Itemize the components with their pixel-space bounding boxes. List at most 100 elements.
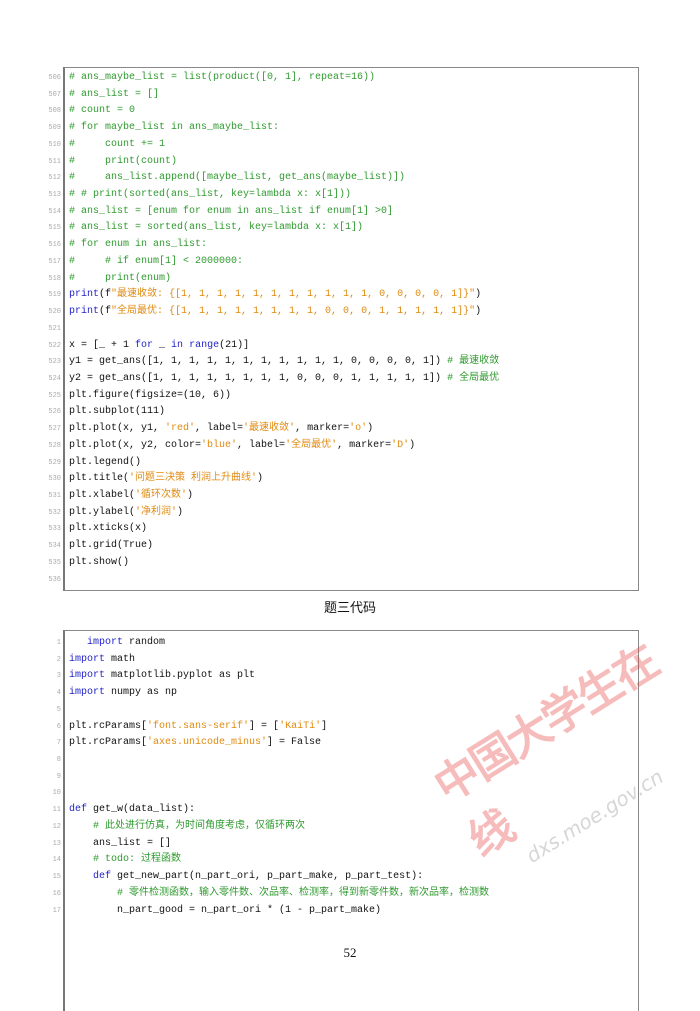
code-token: plt.rcParams[: [69, 720, 148, 732]
line-number: 512: [48, 174, 61, 183]
code-token: random: [123, 637, 166, 648]
code-line: 512 # ans_list.append([maybe_list, get_an…: [48, 170, 638, 187]
code-token: n_part_good = n_part_ori * (1 - p_part_m…: [69, 904, 382, 916]
code-string: 'font.sans-serif': [147, 720, 250, 732]
line-number: 7: [56, 739, 61, 748]
line-number: 532: [48, 508, 61, 517]
code-token: plt.rcParams[: [69, 737, 148, 749]
line-number: 522: [48, 341, 61, 350]
code-text: import matplotlib.pyplot as plt: [69, 668, 255, 685]
code-keyword: def: [93, 871, 112, 883]
line-number: 513: [48, 191, 61, 200]
code-comment: # ans_list = sorted(ans_list, key=lambda…: [69, 222, 364, 234]
code-line: 3 import matplotlib.pyplot as plt: [57, 668, 638, 685]
code-comment: # for maybe_list in ans_maybe_list:: [69, 122, 280, 134]
code-token: ): [367, 423, 374, 435]
line-number: 507: [48, 90, 61, 99]
code-string: "最速收敛: {[1, 1, 1, 1, 1, 1, 1, 1, 1, 1, 1…: [111, 289, 476, 301]
code-text: def get_new_part(n_part_ori, p_part_make…: [69, 869, 423, 886]
line-number: 534: [48, 542, 61, 551]
code-text: # # if enum[1] < 2000000:: [69, 254, 243, 271]
code-token: math: [105, 653, 136, 665]
code-token: , marker=: [337, 439, 392, 451]
code-text: def get_w(data_list):: [69, 802, 195, 819]
code-token: ]: [321, 720, 328, 732]
code-line: 532 plt.ylabel('净利润'): [48, 505, 638, 522]
line-number: 6: [56, 722, 61, 731]
code-string: '循环次数': [135, 489, 188, 501]
code-line: 536: [48, 572, 638, 589]
code-string: 'blue': [201, 439, 238, 451]
line-number: 9: [56, 772, 61, 781]
code-string: 'red': [165, 423, 196, 435]
code-line: 511 # print(count): [48, 154, 638, 171]
code-text: # print(enum): [69, 271, 171, 288]
code-text: # 零件检测函数，输入零件数、次品率、检测率，得到新零件数，新次品率，检测数: [69, 886, 489, 903]
line-number: 519: [48, 291, 61, 300]
line-number: 509: [48, 124, 61, 133]
line-number: 510: [48, 140, 61, 149]
code-token: numpy as np: [105, 687, 178, 699]
code-token: ans_list = []: [69, 837, 172, 849]
code-token: (f: [99, 289, 112, 301]
line-number: 16: [52, 889, 61, 898]
code-comment: # todo: 过程函数: [93, 854, 182, 866]
line-number: 524: [48, 374, 61, 383]
code-text: # ans_list = []: [69, 87, 159, 104]
code-token: ] = [: [249, 720, 280, 732]
code-keyword: print: [69, 306, 100, 318]
line-number: 525: [48, 391, 61, 400]
code-token: get_new_part(n_part_ori, p_part_make, p_…: [111, 871, 424, 883]
code-comment: # ans_list.append([maybe_list, get_ans(m…: [69, 172, 406, 184]
code-line: 12 # 此处进行仿真，为时间角度考虑，仅循环两次: [53, 819, 638, 836]
code-text: # todo: 过程函数: [69, 852, 181, 869]
code-text: plt.xlabel('循环次数'): [69, 488, 193, 505]
code-keyword: print: [69, 289, 100, 301]
line-number: 528: [48, 441, 61, 450]
code-text: plt.figure(figsize=(10, 6)): [69, 388, 231, 405]
code-line: 533 plt.xticks(x): [48, 521, 638, 538]
code-comment: # ans_list = [enum for enum in ans_list …: [69, 205, 394, 217]
code-text: # 此处进行仿真，为时间角度考虑，仅循环两次: [69, 819, 305, 836]
line-number: 531: [48, 491, 61, 500]
line-number: 14: [52, 856, 61, 865]
code-keyword: def: [69, 804, 88, 816]
line-number: 1: [56, 639, 61, 647]
code-line: 13 ans_list = []: [53, 836, 638, 853]
line-number: 536: [48, 575, 61, 584]
code-comment: # print(enum): [69, 272, 172, 284]
code-token: , marker=: [295, 423, 350, 435]
line-number: 516: [48, 241, 61, 250]
code-line: 524 y2 = get_ans([1, 1, 1, 1, 1, 1, 1, 1,…: [48, 371, 638, 388]
code-line: 508 # count = 0: [48, 103, 638, 120]
code-line: 534 plt.grid(True): [48, 538, 638, 555]
line-number: 11: [52, 806, 61, 815]
code-line: 9: [57, 769, 638, 786]
line-number: 8: [56, 756, 61, 765]
code-string: "全局最优: {[1, 1, 1, 1, 1, 1, 1, 1, 0, 0, 0…: [111, 306, 476, 318]
code-text: y1 = get_ans([1, 1, 1, 1, 1, 1, 1, 1, 1,…: [69, 354, 499, 371]
code-line: 519 print(f"最速收敛: {[1, 1, 1, 1, 1, 1, 1, …: [48, 287, 638, 304]
code-token: ): [475, 306, 482, 318]
code-text: # ans_list.append([maybe_list, get_ans(m…: [69, 170, 405, 187]
code-text: # for enum in ans_list:: [69, 237, 207, 254]
code-text: x = [_ + 1 for _ in range(21)]: [69, 338, 249, 355]
line-number: 526: [48, 408, 61, 417]
line-number: 12: [52, 822, 61, 831]
code-line: 514 # ans_list = [enum for enum in ans_li…: [48, 204, 638, 221]
code-token: _: [153, 339, 172, 351]
code-text: import math: [69, 652, 135, 669]
code-line: 529 plt.legend(): [48, 455, 638, 472]
code-line: 516 # for enum in ans_list:: [48, 237, 638, 254]
code-comment: # ans_list = []: [69, 88, 160, 100]
code-keyword: range: [189, 339, 220, 351]
code-line: 16 # 零件检测函数，输入零件数、次品率、检测率，得到新零件数，新次品率，检测…: [53, 886, 638, 903]
code-listing-1: 506 # ans_maybe_list = list(product([0, 1…: [48, 67, 639, 591]
code-line: 520 print(f"全局最优: {[1, 1, 1, 1, 1, 1, 1, …: [48, 304, 638, 321]
line-number: 506: [48, 74, 61, 82]
code-text: # print(count): [69, 154, 177, 171]
code-token: get_w(data_list):: [87, 804, 196, 816]
code-token: , label=: [237, 439, 286, 451]
listing-caption: 题三代码: [323, 601, 376, 616]
